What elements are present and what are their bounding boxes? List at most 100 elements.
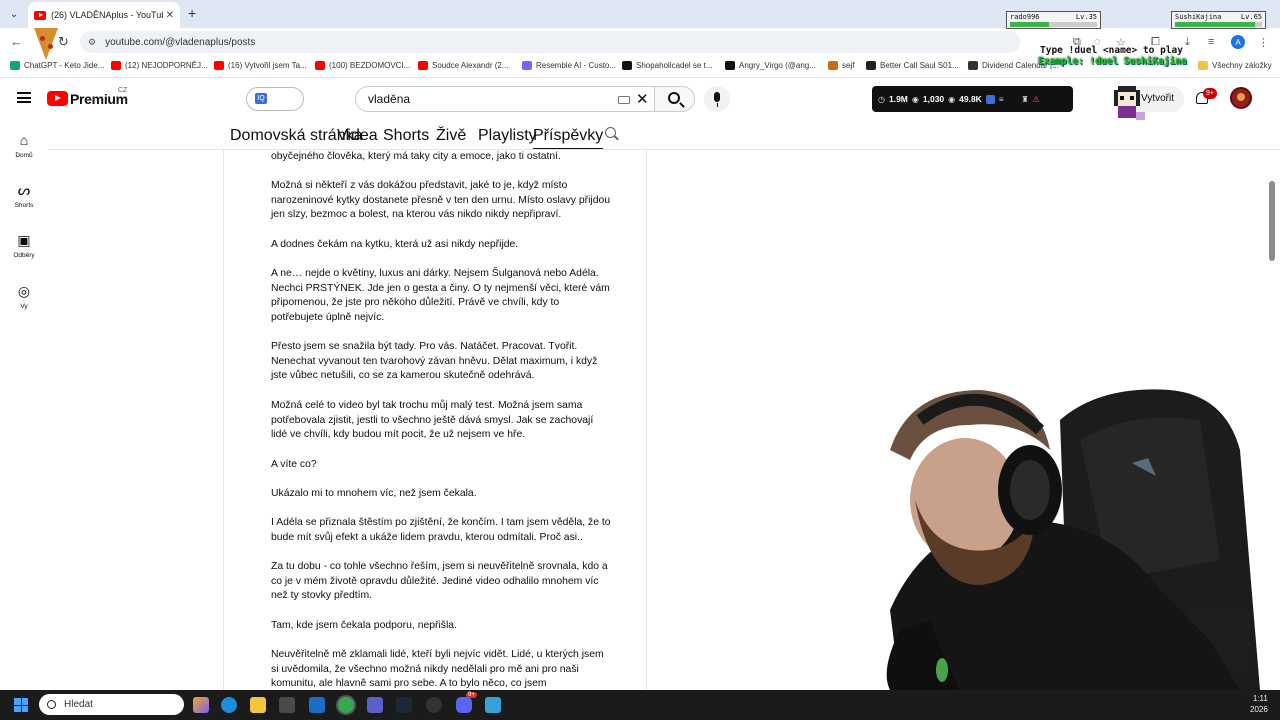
taskbar-search-input[interactable]: Hledat [39, 694, 184, 715]
tab-posts[interactable]: Příspěvky [533, 127, 604, 150]
youtube-header: Premium CZ IQ vladěna ✕ [0, 78, 1280, 120]
reload-icon[interactable]: ↻ [58, 34, 69, 50]
search-icon [668, 92, 680, 104]
post-paragraph: A ne… nejde o květiny, luxus ani dárky. … [271, 268, 610, 324]
search-input[interactable]: vladěna ✕ [355, 86, 655, 112]
bookmark-item[interactable]: Soudce Alexandr (2... [418, 61, 509, 70]
browser-profile-avatar[interactable]: A [1231, 35, 1245, 49]
bookmark-item[interactable]: sejf [828, 61, 854, 70]
nav-item-home[interactable]: ⌂ Domů [0, 132, 48, 159]
player2-hp-box: SushiKajina Lv.65 [1171, 11, 1266, 29]
player1-name: rado996 [1010, 13, 1040, 21]
nav-label: Shorts [14, 202, 34, 209]
player1-hp-bar [1010, 22, 1097, 27]
extension-pill-button[interactable]: IQ [246, 87, 304, 111]
mail-app-icon[interactable] [309, 697, 325, 713]
steam-app-icon[interactable] [396, 697, 412, 713]
player1-hp-fill [1010, 22, 1050, 27]
store-app-icon[interactable] [279, 697, 295, 713]
bookmark-favicon-icon [828, 61, 838, 70]
site-info-icon[interactable]: ⚙ [88, 37, 96, 48]
nav-label: Odběry [13, 252, 35, 259]
bookmark-label: (100) BEZDOMOVCI... [329, 61, 411, 70]
player2-hp-fill [1175, 22, 1256, 27]
voice-search-mic-icon[interactable] [704, 86, 730, 112]
copilot-app-icon[interactable] [193, 697, 209, 713]
search-icon [47, 700, 56, 709]
all-bookmarks[interactable]: Všechny záložky [1198, 61, 1272, 70]
left-navigation: ⌂ Domů ᔕ Shorts ▣ Odběry ◎ Vy [0, 120, 48, 690]
new-tab-button[interactable]: + [188, 5, 196, 21]
bookmark-favicon-icon [214, 61, 224, 70]
bookmark-item[interactable]: Better Call Saul S01... [866, 61, 959, 70]
youtube-favicon-icon [34, 10, 46, 20]
photos-app-icon[interactable] [485, 697, 501, 713]
bookmark-item[interactable]: (100) BEZDOMOVCI... [315, 61, 410, 70]
bookmark-item[interactable]: Shopaholicadel se t... [622, 61, 713, 70]
post-paragraph: Možná si někteří z vás dokážou představi… [271, 180, 611, 221]
folder-icon [1198, 61, 1208, 70]
edge-app-icon[interactable] [221, 697, 237, 713]
browser-tab-youtube[interactable]: (26) VLADĚNAplus - YouTube ✕ [28, 2, 180, 28]
tab-live[interactable]: Živě [436, 127, 466, 145]
clear-search-icon[interactable]: ✕ [636, 90, 649, 108]
bookmark-item[interactable]: Resemble AI - Custo... [522, 61, 616, 70]
bookmark-label: Shopaholicadel se t... [636, 61, 713, 70]
search-button[interactable] [654, 86, 695, 112]
post-paragraph: Ukázalo mi to mnohem víc, než jsem čekal… [271, 488, 477, 499]
stat-watch: 49.8K [959, 94, 982, 104]
tab-videos[interactable]: Videa [337, 127, 378, 145]
pizza-topping [48, 44, 53, 49]
keyboard-icon[interactable] [618, 96, 630, 104]
file-explorer-icon[interactable] [250, 697, 266, 713]
address-bar[interactable]: ⚙ youtube.com/@vladenaplus/posts [80, 31, 1020, 53]
bookmark-item[interactable]: Angry_Virgo (@ang... [725, 61, 816, 70]
post-paragraph: Přesto jsem se snažila být tady. Pro vás… [271, 341, 598, 382]
nav-item-shorts[interactable]: ᔕ Shorts [0, 182, 48, 209]
duel-instructions: Type !duel <name> to play [1040, 45, 1183, 56]
pixel-character-icon [1114, 86, 1145, 120]
bookmark-item[interactable]: (16) Vytvořil jsem Ta... [214, 61, 307, 70]
bookmark-item[interactable]: (12) NEJODPORNĚJ... [111, 61, 208, 70]
nav-item-you[interactable]: ◎ Vy [0, 283, 48, 310]
discord-app-icon[interactable] [456, 697, 472, 713]
bookmark-favicon-icon [10, 61, 20, 70]
trophy-icon[interactable]: ♜ [1022, 95, 1029, 104]
home-icon: ⌂ [19, 132, 29, 148]
bookmark-item[interactable]: ChatGPT - Keto Jide... [10, 61, 104, 70]
bookmark-label: Resemble AI - Custo... [536, 61, 617, 70]
back-arrow-icon[interactable]: ← [10, 34, 23, 49]
alert-icon[interactable]: ⚠ [1033, 95, 1040, 104]
tab-search-dropdown[interactable]: ⌄ [4, 4, 24, 24]
post-paragraph: Možná celé to video byl tak trochu můj m… [271, 400, 594, 441]
bookmark-label: ChatGPT - Keto Jide... [24, 61, 105, 70]
nav-label: Domů [15, 152, 33, 159]
scrollbar-thumb[interactable] [1269, 181, 1275, 261]
windows-start-icon[interactable] [14, 698, 28, 712]
nav-label: Vy [20, 303, 28, 310]
obs-app-icon[interactable] [426, 697, 442, 713]
nav-item-subscriptions[interactable]: ▣ Odběry [0, 232, 48, 259]
extension-square-icon[interactable] [985, 94, 995, 104]
chrome-app-icon[interactable] [338, 697, 354, 713]
tab-playlists[interactable]: Playlisty [478, 127, 537, 145]
bookmark-label: Better Call Saul S01... [880, 61, 959, 70]
menu-hamburger-icon[interactable] [17, 92, 31, 103]
teams-app-icon[interactable] [367, 697, 383, 713]
search-query: vladěna [368, 92, 411, 106]
browser-menu-icon[interactable]: ⋮ [1258, 36, 1269, 49]
reading-list-icon[interactable]: ≡ [1208, 36, 1214, 48]
clock-icon: ◷ [878, 94, 885, 104]
tab-shorts[interactable]: Shorts [383, 127, 429, 145]
taskbar-clock[interactable]: 1:11 2026 [1250, 693, 1268, 715]
download-icon[interactable]: ⤓ [1185, 36, 1190, 49]
channel-search-icon[interactable] [605, 127, 616, 138]
tab-close-icon[interactable]: ✕ [166, 10, 174, 21]
bookmark-favicon-icon [866, 61, 876, 70]
user-avatar[interactable] [1230, 87, 1252, 109]
post-paragraph: Tam, kde jsem čekala podporu, nepřišla. [271, 620, 457, 631]
stat-viewers: 1,030 [922, 94, 945, 104]
youtube-logo-icon[interactable] [47, 91, 68, 106]
list-icon[interactable]: ≡ [999, 95, 1004, 104]
bookmark-favicon-icon [622, 61, 632, 70]
